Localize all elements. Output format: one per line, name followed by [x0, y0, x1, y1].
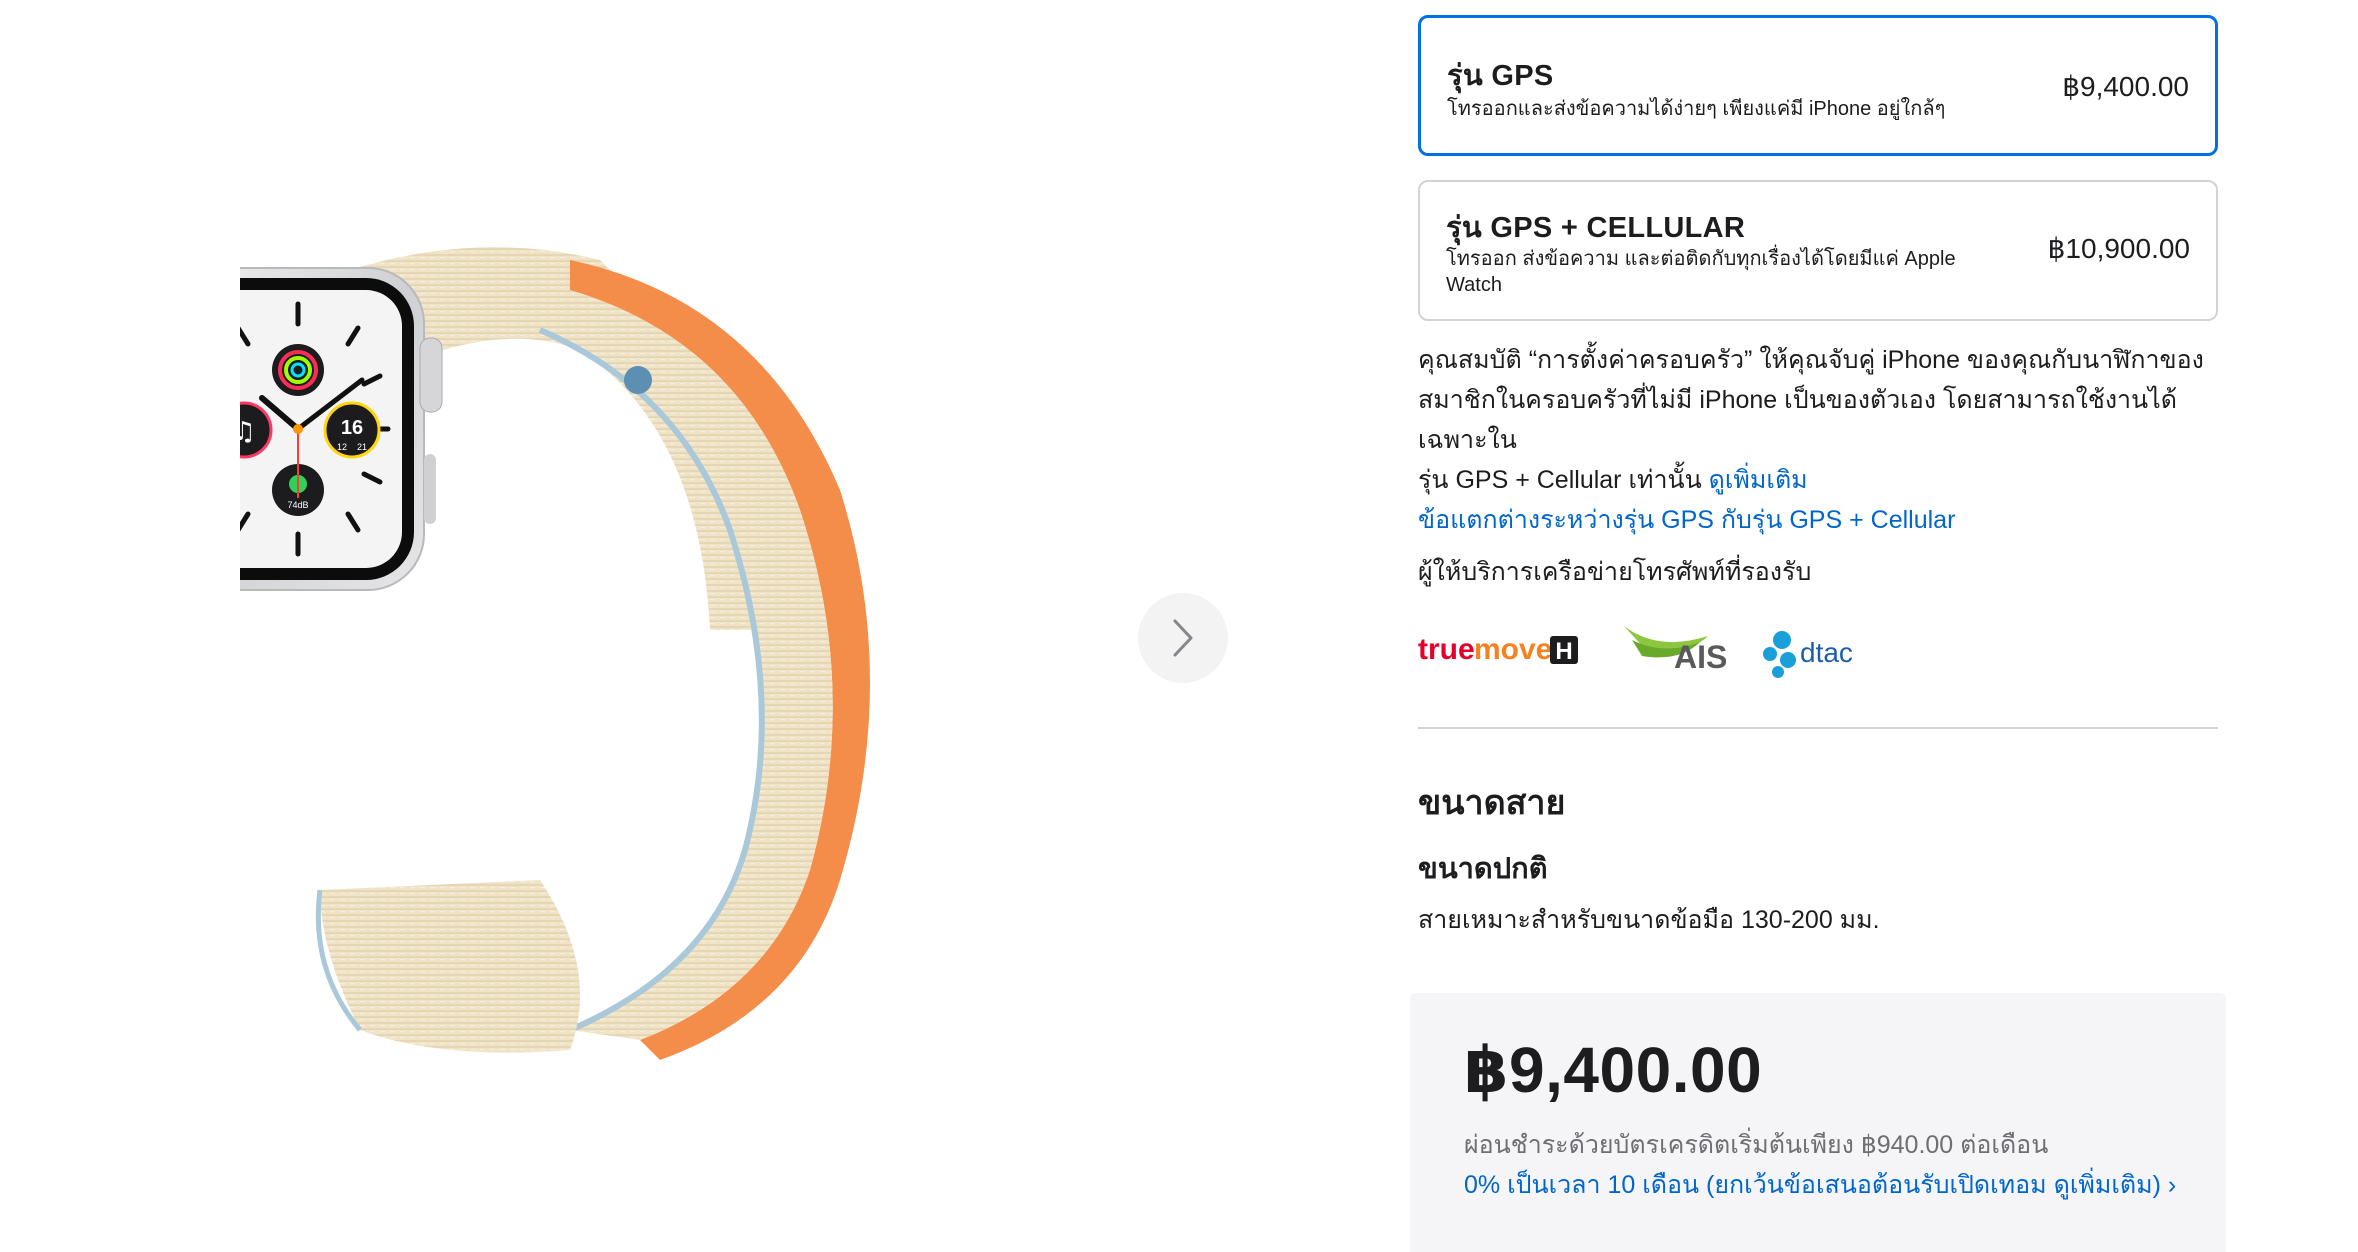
model-name: รุ่น GPS	[1447, 60, 1554, 92]
model-description-line: โทรออก ส่งข้อความ และต่อติดกับทุกเรื่องไ…	[1446, 248, 1956, 270]
watch-number-2: 21	[357, 442, 367, 452]
svg-text:♫: ♫	[240, 417, 256, 447]
total-price: ฿9,400.00	[1464, 1034, 1763, 1106]
model-description: โทรออก ส่งข้อความ และต่อติดกับทุกเรื่องไ…	[1446, 246, 1966, 298]
installment-text: ผ่อนชำระด้วยบัตรเครดิตเริ่มต้นเพียง ฿940…	[1464, 1131, 2049, 1159]
family-setup-note: คุณสมบัติ “การตั้งค่าครอบครัว” ให้คุณจับ…	[1418, 340, 2218, 540]
truemove-h-logo: true move H	[1418, 633, 1578, 666]
watch-date: 16	[341, 417, 363, 439]
family-setup-line: สมาชิกในครอบครัวที่ไม่มี iPhone เป็นของต…	[1418, 386, 2177, 454]
svg-text:H: H	[1555, 638, 1572, 665]
family-setup-line: รุ่น GPS + Cellular เท่านั้น ดูเพิ่มเติม	[1418, 460, 2218, 500]
learn-more-link[interactable]: ดูเพิ่มเติม	[1709, 466, 1808, 494]
model-option-gps-cellular[interactable]: รุ่น GPS + CELLULAR โทรออก ส่งข้อความ แล…	[1418, 180, 2218, 321]
svg-text:dtac: dtac	[1800, 637, 1853, 668]
chevron-right-icon	[1173, 619, 1193, 657]
model-description-line: Watch	[1446, 274, 1502, 296]
product-image: ♫ 16 12 21 74dB	[240, 247, 870, 1060]
section-divider	[1418, 727, 2218, 729]
price-summary: ฿9,400.00 ผ่อนชำระด้วยบัตรเครดิตเริ่มต้น…	[1410, 993, 2226, 1252]
svg-text:move: move	[1474, 633, 1552, 666]
model-price: ฿9,400.00	[2062, 71, 2189, 102]
band-size-name: ขนาดปกติ	[1418, 853, 1548, 885]
band-size-description: สายเหมาะสำหรับขนาดข้อมือ 130-200 มม.	[1418, 906, 1880, 934]
svg-text:true: true	[1418, 633, 1475, 666]
carrier-title: ผู้ให้บริการเครือข่ายโทรศัพท์ที่รองรับ	[1418, 558, 1812, 586]
installment-offer-link[interactable]: 0% เป็นเวลา 10 เดือน (ยกเว้นข้อเสนอต้อนร…	[1464, 1165, 2176, 1205]
watch-number-1: 12	[337, 442, 347, 452]
model-price: ฿10,900.00	[2047, 233, 2190, 264]
watch-noise-level: 74dB	[287, 500, 308, 510]
model-description: โทรออกและส่งข้อความได้ง่ายๆ เพียงแค่มี i…	[1447, 98, 1946, 120]
band-size-heading: ขนาดสาย	[1418, 784, 1566, 822]
product-gallery: ♫ 16 12 21 74dB	[0, 0, 1320, 1252]
gallery-next-button[interactable]	[1138, 593, 1228, 683]
model-name: รุ่น GPS + CELLULAR	[1446, 212, 1746, 244]
carrier-logos: true move H AIS dtac	[1418, 626, 1853, 678]
family-setup-line: คุณสมบัติ “การตั้งค่าครอบครัว” ให้คุณจับ…	[1418, 346, 2204, 374]
svg-text:AIS: AIS	[1674, 639, 1727, 675]
compare-models-link[interactable]: ข้อแตกต่างระหว่างรุ่น GPS กับรุ่น GPS + …	[1418, 500, 2218, 540]
dtac-logo: dtac	[1763, 631, 1853, 678]
model-option-gps[interactable]: รุ่น GPS โทรออกและส่งข้อความได้ง่ายๆ เพี…	[1418, 15, 2218, 156]
family-setup-text: รุ่น GPS + Cellular เท่านั้น	[1418, 466, 1702, 494]
ais-logo: AIS	[1624, 626, 1727, 675]
